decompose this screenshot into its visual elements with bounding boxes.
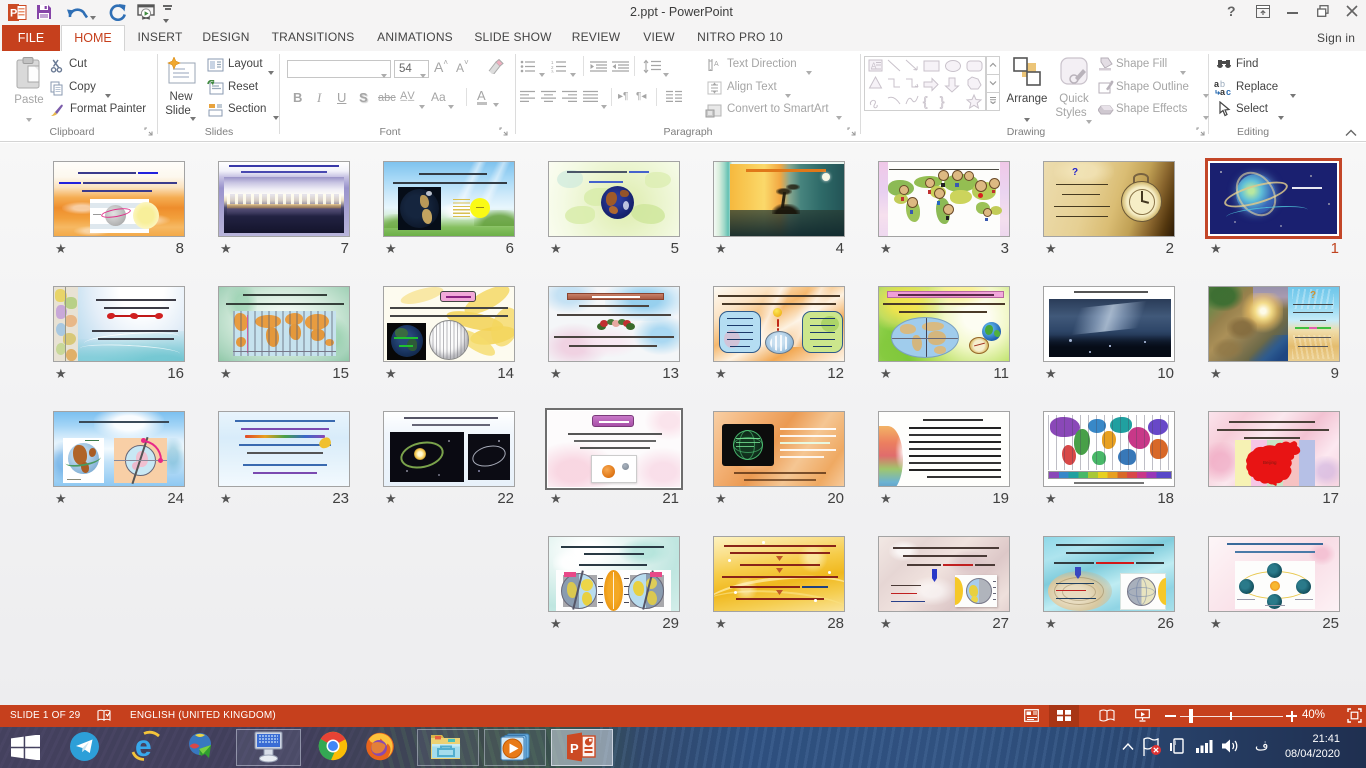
- svg-text:c: c: [1226, 87, 1231, 96]
- svg-text:P: P: [10, 8, 17, 20]
- svg-text:3: 3: [551, 70, 554, 74]
- svg-text:{: {: [923, 94, 928, 109]
- svg-text:A: A: [714, 61, 719, 68]
- svg-text:Beijing: Beijing: [1263, 460, 1277, 465]
- svg-text:ا: ا: [1175, 740, 1177, 747]
- svg-text:P: P: [570, 741, 579, 756]
- svg-text:}: }: [940, 94, 945, 109]
